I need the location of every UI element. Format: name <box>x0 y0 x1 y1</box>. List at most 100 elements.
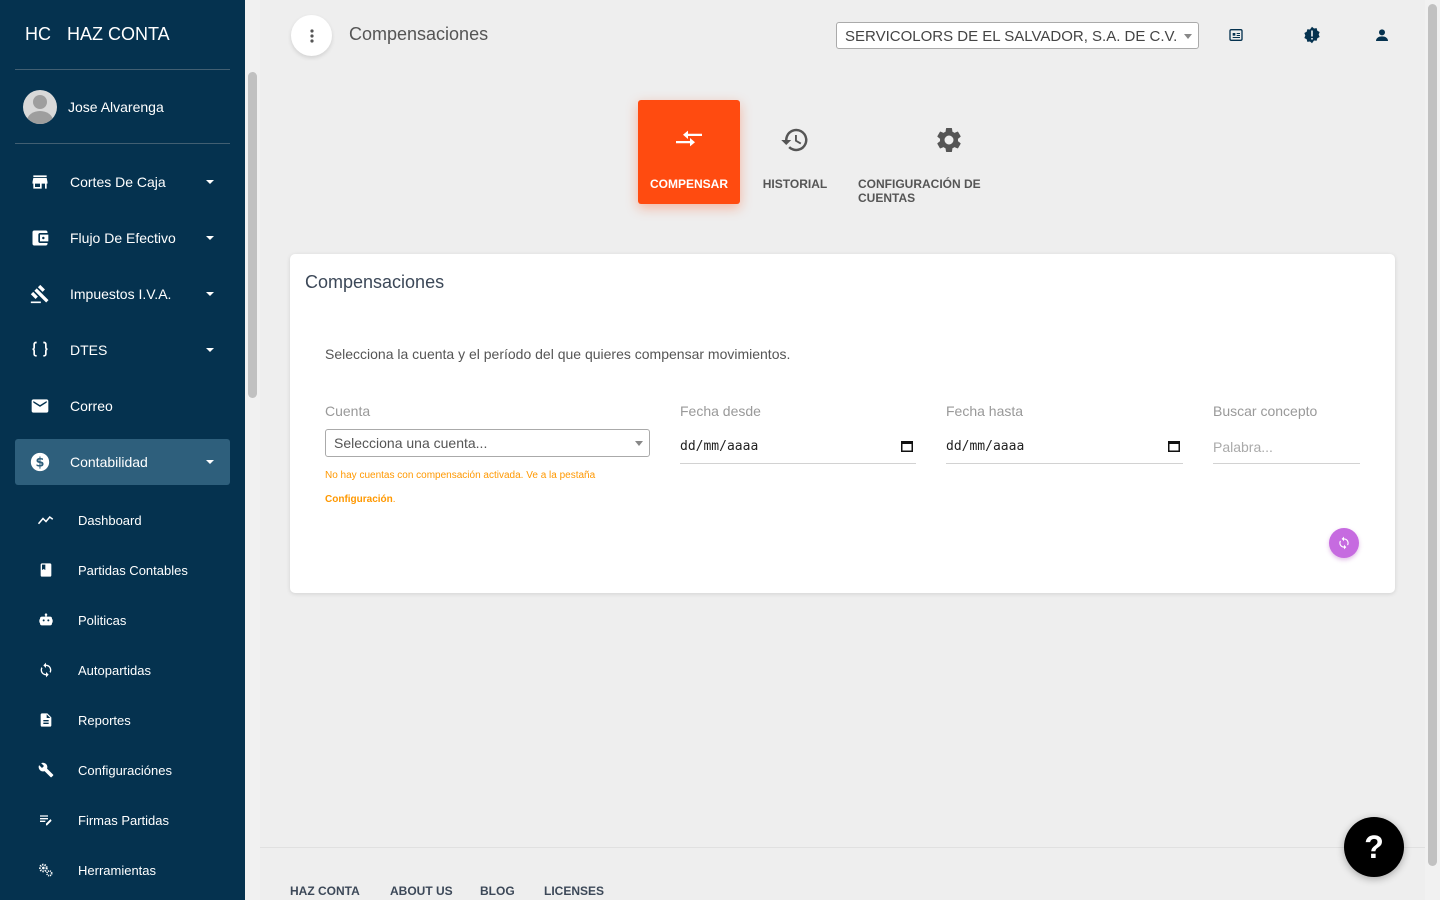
sidebar-subitem-dashboard[interactable]: Dashboard <box>15 500 230 540</box>
account-label: Cuenta <box>325 403 371 419</box>
compensaciones-card: Compensaciones Selecciona la cuenta y el… <box>290 254 1395 593</box>
date-to-value: dd/mm/aaaa <box>946 439 1025 454</box>
sidebar-subitem-label: Politicas <box>78 612 127 628</box>
footer-link-about-us[interactable]: ABOUT US <box>390 884 453 898</box>
sidebar-item-label: DTES <box>70 342 108 358</box>
footer-link-licenses[interactable]: LICENSES <box>544 884 604 898</box>
user-account-button[interactable] <box>1371 24 1393 46</box>
tab-label: CONFIGURACIÓN DE CUENTAS <box>858 177 981 205</box>
company-select-value: SERVICOLORS DE EL SALVADOR, S.A. DE C.V. <box>845 28 1178 45</box>
account-select[interactable]: Selecciona una cuenta... <box>325 429 650 457</box>
store-icon <box>28 170 52 194</box>
search-label: Buscar concepto <box>1213 403 1318 419</box>
calendar-icon[interactable] <box>1168 440 1180 452</box>
tab-configuracion-de-cuentas[interactable]: CONFIGURACIÓN DE CUENTAS <box>858 100 1039 205</box>
chevron-down-icon <box>635 441 643 446</box>
person-icon <box>1376 29 1388 41</box>
page-title: Compensaciones <box>349 24 489 44</box>
dollar-icon: $ <box>28 450 52 474</box>
company-select[interactable]: SERVICOLORS DE EL SALVADOR, S.A. DE C.V. <box>836 22 1199 49</box>
sidebar-subitem-label: Autopartidas <box>78 662 151 678</box>
user-name: Jose Alvarenga <box>68 99 164 115</box>
sidebar-subitem-autopartidas[interactable]: Autopartidas <box>15 650 230 690</box>
notifications-button[interactable] <box>1301 24 1323 46</box>
search-placeholder: Palabra... <box>1213 439 1273 455</box>
sidebar-subitem-firmas-partidas[interactable]: Firmas Partidas <box>15 800 230 840</box>
caret-down-icon <box>206 180 214 184</box>
sidebar-item-label: Contabilidad <box>70 454 148 470</box>
date-to-input[interactable]: dd/mm/aaaa <box>946 432 1183 464</box>
brand-mini-logo: HC <box>25 24 51 44</box>
sidebar: HC HAZ CONTA Jose Alvarenga Cortes De Ca… <box>0 0 260 900</box>
footer-link-blog[interactable]: BLOG <box>480 884 515 898</box>
wallet-icon <box>28 226 52 250</box>
sidebar-subitem-label: Partidas Contables <box>78 562 188 578</box>
date-to-label: Fecha hasta <box>946 403 1024 419</box>
sidebar-item-flujo-de-efectivo[interactable]: Flujo De Efectivo <box>15 215 230 261</box>
configuracion-link[interactable]: Configuración <box>325 494 393 505</box>
svg-text:$: $ <box>36 456 45 471</box>
caret-down-icon <box>206 236 214 240</box>
sidebar-item-label: Flujo De Efectivo <box>70 230 176 246</box>
book-icon <box>37 561 55 579</box>
avatar <box>23 90 57 124</box>
sidebar-subitem-label: Configuraciónes <box>78 762 172 778</box>
mail-icon <box>28 394 52 418</box>
date-from-input[interactable]: dd/mm/aaaa <box>680 432 916 464</box>
contact-card-button[interactable] <box>1225 24 1247 46</box>
search-concept-input[interactable]: Palabra... <box>1213 432 1360 464</box>
robot-icon <box>37 611 55 629</box>
sidebar-item-correo[interactable]: Correo <box>15 383 230 429</box>
brand[interactable]: HC HAZ CONTA <box>15 0 230 70</box>
trending-icon <box>37 511 55 529</box>
sidebar-subitem-label: Firmas Partidas <box>78 812 170 828</box>
help-button[interactable]: ? <box>1344 817 1404 877</box>
history-icon <box>780 125 810 155</box>
footer-link-haz-conta[interactable]: HAZ CONTA <box>290 884 360 898</box>
tab-label: COMPENSAR <box>649 177 728 191</box>
sync-icon <box>37 661 55 679</box>
code-braces-icon <box>28 338 52 362</box>
date-from-value: dd/mm/aaaa <box>680 439 759 454</box>
sidebar-item-dtes[interactable]: DTES <box>15 327 230 373</box>
edit-list-icon <box>37 811 55 829</box>
calendar-icon[interactable] <box>901 440 913 452</box>
sidebar-item-label: Impuestos I.V.A. <box>70 286 172 302</box>
sidebar-subitem-reportes[interactable]: Reportes <box>15 700 230 740</box>
dots-vertical-icon <box>309 28 314 43</box>
sidebar-item-impuestos-iva[interactable]: Impuestos I.V.A. <box>15 271 230 317</box>
contact-card-icon <box>1229 29 1243 41</box>
caret-down-icon <box>206 292 214 296</box>
gear-icon <box>934 125 964 155</box>
sidebar-subitem-label: Dashboard <box>78 512 142 528</box>
tab-compensar[interactable]: COMPENSAR <box>638 100 740 204</box>
date-from-label: Fecha desde <box>680 403 761 419</box>
card-title: Compensaciones <box>305 272 445 292</box>
page-scrollbar-thumb[interactable] <box>1428 4 1437 866</box>
card-description: Selecciona la cuenta y el período del qu… <box>325 346 791 362</box>
document-icon <box>37 711 55 729</box>
footer: HAZ CONTA ABOUT US BLOG LICENSES <box>260 847 1425 900</box>
warning-end: . <box>392 494 396 505</box>
refresh-button[interactable] <box>1329 528 1359 558</box>
sidebar-subitem-partidas-contables[interactable]: Partidas Contables <box>15 550 230 590</box>
account-warning: No hay cuentas con compensación activada… <box>325 464 655 512</box>
sidebar-subitem-label: Reportes <box>78 712 131 728</box>
sync-icon <box>1339 536 1349 550</box>
sidebar-item-label: Cortes De Caja <box>70 174 166 190</box>
tab-historial[interactable]: HISTORIAL <box>750 100 840 204</box>
user-profile[interactable]: Jose Alvarenga <box>15 71 230 144</box>
sidebar-item-cortes-de-caja[interactable]: Cortes De Caja <box>15 159 230 205</box>
sidebar-subitem-configuraciones[interactable]: Configuraciónes <box>15 750 230 790</box>
more-menu-button[interactable] <box>291 15 332 56</box>
sidebar-subitem-politicas[interactable]: Politicas <box>15 600 230 640</box>
chevron-down-icon <box>1184 34 1192 39</box>
alert-badge-icon <box>1304 26 1320 44</box>
compare-arrows-icon <box>674 125 704 155</box>
caret-down-icon <box>206 348 214 352</box>
sidebar-subitem-herramientas[interactable]: Herramientas <box>15 850 230 890</box>
sidebar-scrollbar-thumb[interactable] <box>248 72 257 398</box>
sidebar-item-contabilidad[interactable]: $ Contabilidad <box>15 439 230 485</box>
sidebar-subitem-label: Herramientas <box>78 862 157 878</box>
warning-text: No hay cuentas con compensación activada… <box>325 470 596 481</box>
